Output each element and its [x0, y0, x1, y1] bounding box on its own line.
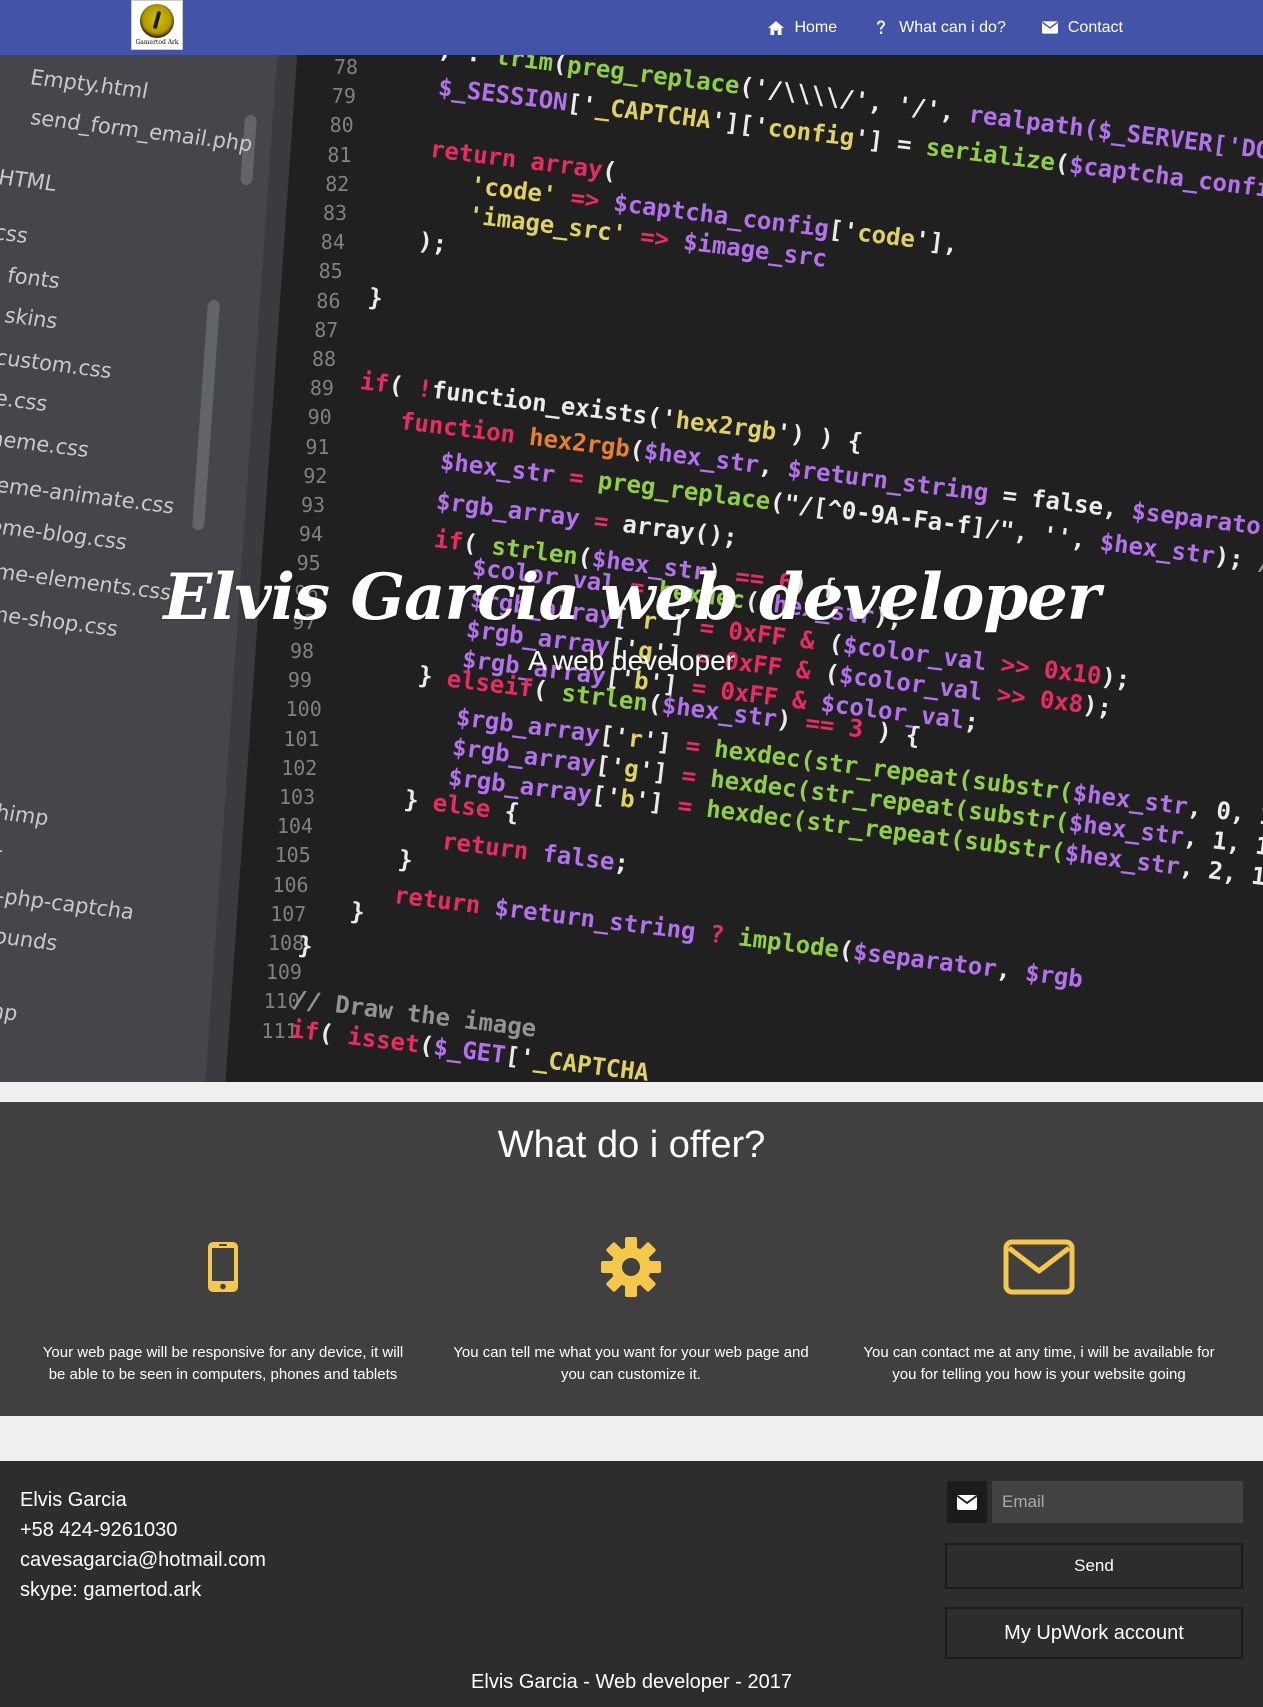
offer-section: What do i offer? Your web page will be r…	[0, 1102, 1263, 1416]
contact-skype: skype: gamertod.ark	[20, 1579, 202, 1601]
send-button[interactable]: Send	[945, 1543, 1243, 1589]
hero-title: Elvis Garcia web developer	[163, 560, 1100, 635]
logo-text: Gamertod Ark	[135, 39, 179, 46]
offer-item-customize: You can tell me what you want for your w…	[446, 1232, 816, 1386]
copyright: Elvis Garcia - Web developer - 2017	[471, 1671, 792, 1693]
contact-phone: +58 424-9261030	[20, 1519, 178, 1541]
envelope-icon	[947, 1481, 987, 1523]
nav-item-label: What can i do?	[899, 18, 1006, 36]
logo-emblem-icon	[140, 4, 174, 38]
upwork-account-button[interactable]: My UpWork account	[945, 1607, 1243, 1659]
footer: Elvis Garcia +58 424-9261030 cavesagarci…	[0, 1461, 1263, 1707]
hero-subtitle: A web developer	[527, 645, 736, 676]
email-input[interactable]	[992, 1481, 1243, 1523]
question-icon	[873, 20, 889, 36]
nav-item-label: Contact	[1067, 18, 1123, 36]
nav-item-home[interactable]: Home	[768, 19, 837, 37]
nav-item-label: Home	[794, 18, 838, 36]
nav-item-contact[interactable]: Contact	[1041, 18, 1123, 37]
home-icon	[768, 20, 785, 36]
offer-text: You can contact me at any time, i will b…	[863, 1344, 1215, 1383]
nav-menu: Home What can i do? Contact	[768, 0, 1123, 55]
navbar: Gamertod Ark Home What can i do? Contact	[0, 0, 1263, 55]
logo[interactable]: Gamertod Ark	[131, 0, 183, 50]
offer-item-responsive: Your web page will be responsive for any…	[38, 1232, 408, 1386]
offer-text: You can tell me what you want for your w…	[453, 1344, 809, 1383]
hero-section: send_form_email.php Empty.html HTML css font…	[0, 55, 1263, 1082]
contact-name: Elvis Garcia	[20, 1489, 127, 1511]
envelope-outline-icon	[854, 1232, 1224, 1302]
offer-title: What do i offer?	[497, 1124, 766, 1166]
mobile-phone-icon	[38, 1232, 408, 1302]
nav-item-what-can-i-do[interactable]: What can i do?	[873, 19, 1006, 37]
contact-email: cavesagarcia@hotmail.com	[20, 1549, 266, 1571]
offer-item-contact: You can contact me at any time, i will b…	[854, 1232, 1224, 1386]
offer-text: Your web page will be responsive for any…	[42, 1344, 404, 1383]
gear-icon	[446, 1232, 816, 1302]
envelope-icon	[1041, 20, 1058, 36]
contact-info: Elvis Garcia +58 424-9261030 cavesagarci…	[20, 1485, 266, 1605]
email-input-group	[947, 1481, 1243, 1523]
